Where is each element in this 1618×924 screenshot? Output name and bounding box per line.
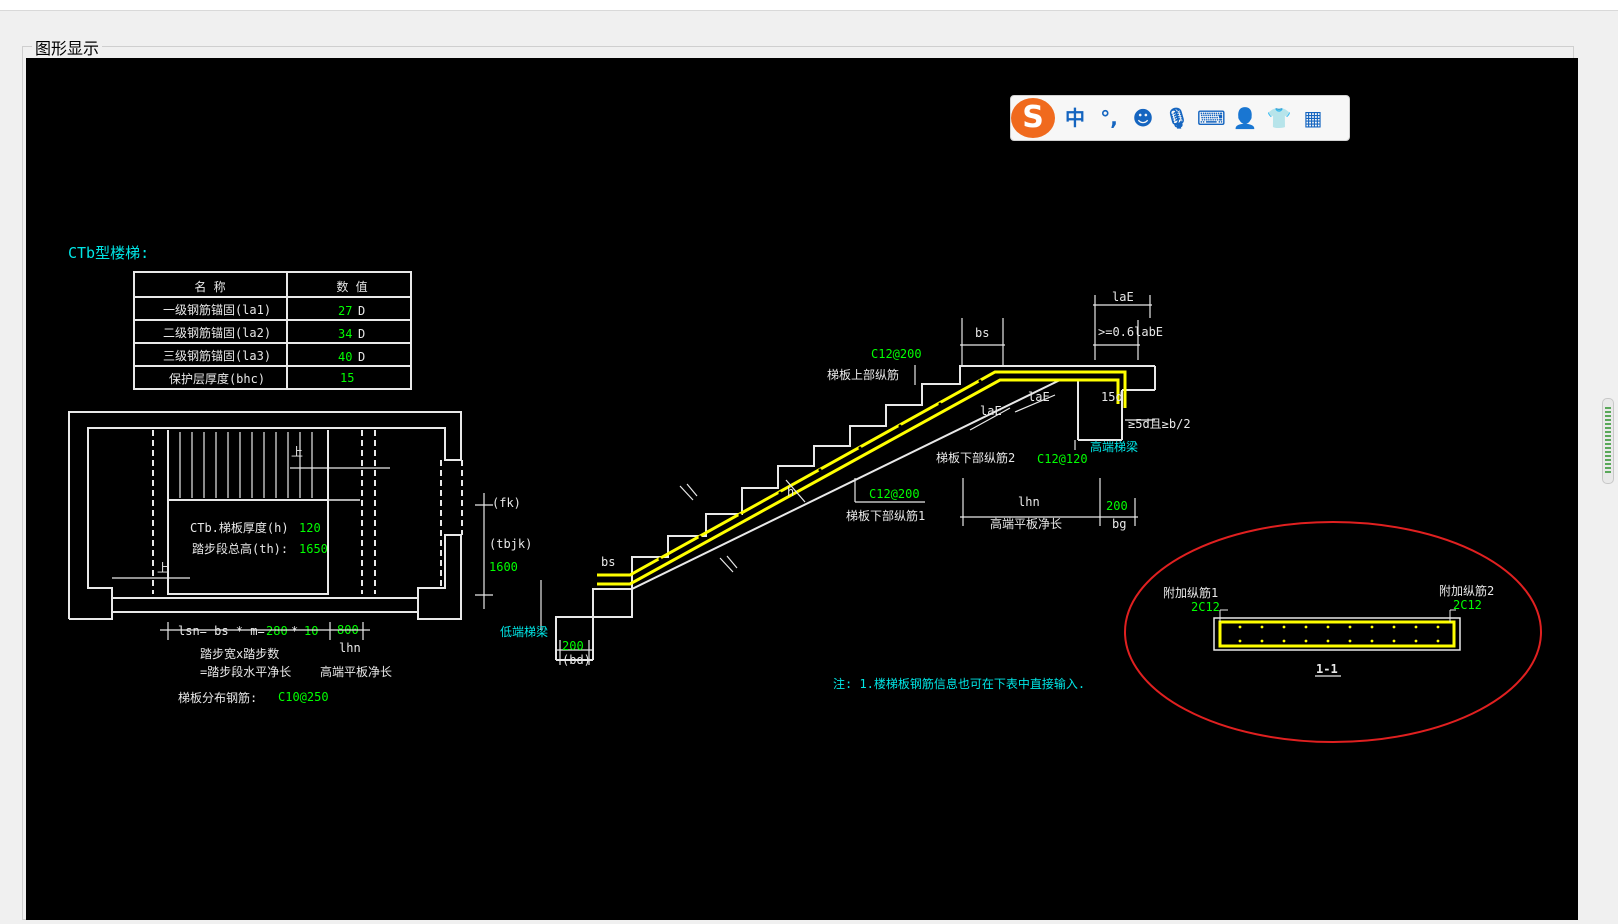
table-row-value[interactable]: 27 [338, 304, 352, 318]
plan-step-text: 踏步宽x踏步数 [200, 646, 279, 661]
plan-lsn-label: lsn= bs * m= [178, 624, 265, 638]
section-5d-text: ≥5d且≥b/2 [1128, 417, 1191, 431]
plan-tbjk-value[interactable]: 1600 [489, 560, 518, 574]
plan-up-label: 上 [157, 561, 169, 575]
ime-toolbar[interactable]: S 中 °, ☻ 🎙 ⌨ 👤 👕 ▦ [1010, 95, 1350, 141]
table-header-name: 名 称 [194, 279, 225, 294]
plan-bs-value[interactable]: 280 [266, 624, 288, 638]
highlight-circle [1124, 521, 1542, 743]
upper-rebar-label: 梯板上部纵筋 [827, 367, 899, 382]
plan-height-label: 踏步段总高(th): [192, 541, 288, 556]
section-laE-1: laE [980, 404, 1002, 418]
section-h: h [787, 485, 794, 499]
section-bd: (bd) [562, 653, 591, 667]
table-row-name: 三级钢筋锚固(la3) [163, 348, 271, 363]
table-row-name: 二级钢筋锚固(la2) [163, 325, 271, 340]
table-header-value: 数 值 [336, 279, 367, 294]
cross-section-dots [1238, 625, 1440, 643]
section-bs-top: bs [975, 326, 989, 340]
extra-rebar2-value[interactable]: 2C12 [1453, 598, 1482, 612]
plan-fk-label: (fk) [492, 496, 521, 510]
table-row-unit: D [358, 327, 365, 341]
drawing-note: 注: 1.楼梯板钢筋信息也可在下表中直接输入. [833, 676, 1085, 691]
section-bs-bottom: bs [601, 555, 615, 569]
plan-lhn-label: lhn [339, 641, 361, 655]
table-row-unit: D [358, 304, 365, 318]
plan-distribution-label: 梯板分布钢筋: [178, 690, 257, 705]
cad-drawing-canvas[interactable]: CTb型楼梯: 名 称 数 值 一级钢筋锚固(la1) 二级钢筋锚固(la2) … [26, 58, 1578, 920]
section-bg-value[interactable]: 200 [1106, 499, 1128, 513]
section-lhn: lhn [1018, 495, 1040, 509]
table-row-name: 保护层厚度(bhc) [169, 371, 265, 386]
section-high-plate-text: 高端平板净长 [990, 516, 1062, 531]
section-15d: 15d [1101, 390, 1123, 404]
low-beam-label: 低端梯梁 [500, 624, 548, 639]
plan-tbjk-label: (tbjk) [489, 537, 532, 551]
cad-drawing: CTb型楼梯: 名 称 数 值 一级钢筋锚固(la1) 二级钢筋锚固(la2) … [68, 244, 1542, 743]
panel-title: 图形显示 [32, 35, 103, 59]
cross-section-label: 1-1 [1316, 662, 1338, 676]
section-dimension-lines [540, 295, 1155, 665]
microphone-icon[interactable]: 🎙 [1163, 104, 1191, 132]
plan-up-label: 上 [291, 445, 303, 459]
extra-rebar1-label: 附加纵筋1 [1163, 585, 1218, 600]
plan-distribution-value[interactable]: C10@250 [278, 690, 329, 704]
section-laE-top: laE [1112, 290, 1134, 304]
high-beam-label: 高端梯梁 [1090, 439, 1138, 454]
extra-rebar2-label: 附加纵筋2 [1439, 583, 1494, 598]
window-top-strip [0, 0, 1618, 11]
section-bg: bg [1112, 517, 1126, 531]
table-row-unit: D [358, 350, 365, 364]
user-icon[interactable]: 👤 [1231, 104, 1259, 132]
svg-text:*: * [291, 624, 298, 638]
table-row-value[interactable]: 15 [340, 371, 354, 385]
section-bd-value[interactable]: 200 [562, 639, 584, 653]
lower1-rebar-value[interactable]: C12@200 [869, 487, 920, 501]
extra-rebar1-value[interactable]: 2C12 [1191, 600, 1220, 614]
plan-dimension-lines [160, 493, 493, 640]
ime-punctuation-button[interactable]: °, [1095, 104, 1123, 132]
section-labE: >=0.6labE [1098, 325, 1163, 339]
plan-height-value[interactable]: 1650 [299, 542, 328, 556]
table-row-value[interactable]: 40 [338, 350, 352, 364]
section-laE-2: laE [1028, 390, 1050, 404]
skin-shirt-icon[interactable]: 👕 [1265, 104, 1293, 132]
stair-plan-view [68, 411, 463, 620]
table-row-name: 一级钢筋锚固(la1) [163, 302, 271, 317]
plan-thickness-value[interactable]: 120 [299, 521, 321, 535]
vertical-scrollbar[interactable] [1602, 398, 1614, 484]
plan-eq-text: =踏步段水平净长 [200, 664, 291, 679]
upper-rebar-value[interactable]: C12@200 [871, 347, 922, 361]
toolbox-grid-icon[interactable]: ▦ [1299, 104, 1327, 132]
plan-high-plate-text: 高端平板净长 [320, 664, 392, 679]
ime-mode-button[interactable]: 中 [1061, 104, 1089, 132]
plan-thickness-label: CTb.梯板厚度(h) [190, 520, 289, 535]
scrollbar-grip[interactable] [1605, 407, 1611, 475]
drawing-title: CTb型楼梯: [68, 244, 149, 262]
lower2-rebar-value[interactable]: C12@120 [1037, 452, 1088, 466]
sogou-logo-icon[interactable]: S [1011, 98, 1055, 138]
lower2-rebar-label: 梯板下部纵筋2 [936, 450, 1015, 465]
emoji-icon[interactable]: ☻ [1129, 104, 1157, 132]
lower1-rebar-label: 梯板下部纵筋1 [846, 508, 925, 523]
keyboard-icon[interactable]: ⌨ [1197, 104, 1226, 132]
table-row-value[interactable]: 34 [338, 327, 352, 341]
plan-m-value[interactable]: 10 [304, 624, 318, 638]
